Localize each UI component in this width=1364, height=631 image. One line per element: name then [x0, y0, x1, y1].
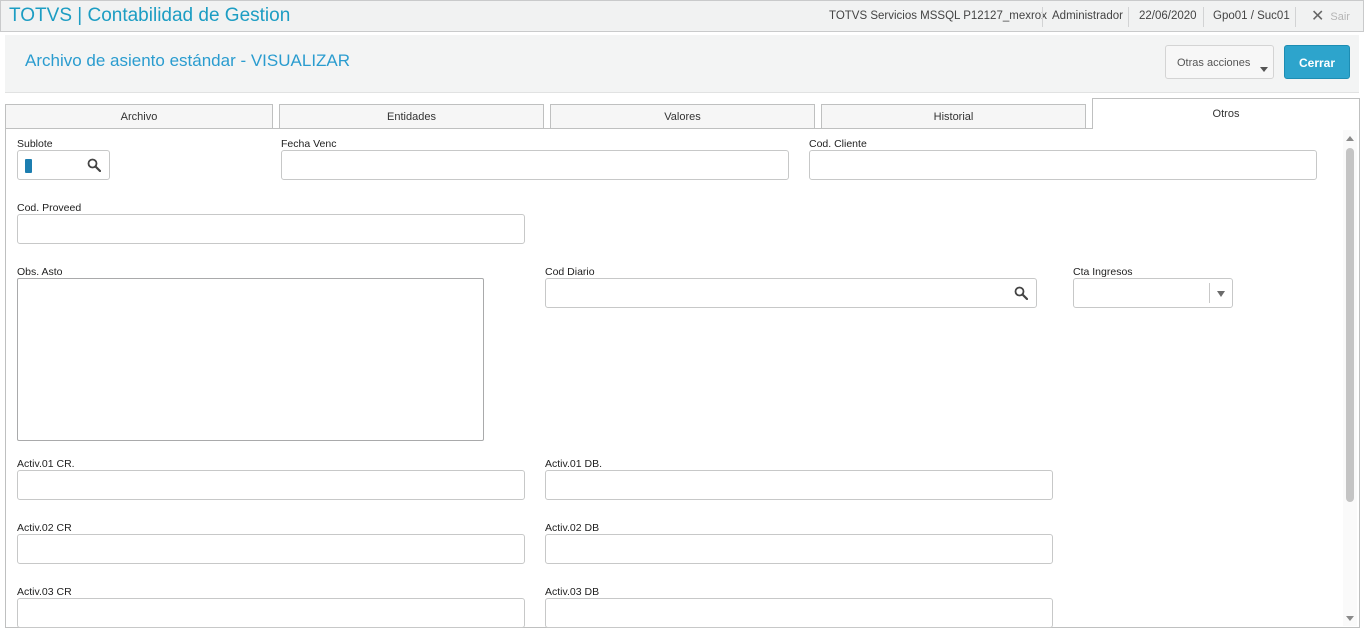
divider — [1209, 283, 1210, 303]
date-label: 22/06/2020 — [1139, 10, 1197, 22]
tab-otros[interactable]: Otros — [1092, 98, 1360, 129]
divider — [1203, 7, 1204, 27]
user-label: Administrador — [1052, 10, 1123, 22]
app-title: TOTVS | Contabilidad de Gestion — [9, 5, 291, 26]
environment-label: TOTVS Servicios MSSQL P12127_mexrox — [829, 10, 1047, 22]
cta-ingresos-label: Cta Ingresos — [1073, 266, 1133, 278]
activ02-cr-label: Activ.02 CR — [17, 522, 72, 534]
activ02-cr-field[interactable] — [17, 534, 525, 564]
search-icon[interactable] — [87, 158, 101, 172]
cod-diario-label: Cod Diario — [545, 266, 595, 278]
vertical-scrollbar[interactable] — [1343, 130, 1357, 626]
activ02-db-field[interactable] — [545, 534, 1053, 564]
cod-proveed-field[interactable] — [17, 214, 525, 244]
activ01-cr-field[interactable] — [17, 470, 525, 500]
activ01-db-label: Activ.01 DB. — [545, 458, 602, 470]
other-actions-label: Otras acciones — [1177, 57, 1251, 69]
cod-proveed-label: Cod. Proveed — [17, 202, 82, 214]
tab-historial[interactable]: Historial — [821, 104, 1086, 129]
branch-label: Gpo01 / Suc01 — [1213, 10, 1290, 22]
scrollbar-thumb[interactable] — [1346, 148, 1354, 502]
cta-ingresos-select[interactable] — [1073, 278, 1233, 308]
obs-asto-label: Obs. Asto — [17, 266, 63, 278]
cod-diario-field[interactable] — [545, 278, 1037, 308]
fecha-venc-label: Fecha Venc — [281, 138, 337, 150]
divider — [1295, 7, 1296, 27]
scroll-up-icon[interactable] — [1346, 136, 1354, 141]
other-actions-button[interactable]: Otras acciones — [1165, 45, 1274, 79]
sublote-field[interactable] — [17, 150, 110, 180]
cod-cliente-field[interactable] — [809, 150, 1317, 180]
tab-valores[interactable]: Valores — [550, 104, 815, 129]
activ03-db-label: Activ.03 DB — [545, 586, 600, 598]
logout-button[interactable]: ✕ Sair — [1311, 1, 1350, 32]
text-cursor — [25, 159, 32, 173]
activ03-cr-field[interactable] — [17, 598, 525, 628]
close-button[interactable]: Cerrar — [1284, 45, 1350, 79]
activ03-db-field[interactable] — [545, 598, 1053, 628]
cod-cliente-label: Cod. Cliente — [809, 138, 867, 150]
page-header: Archivo de asiento estándar - VISUALIZAR… — [5, 35, 1359, 93]
divider — [1128, 7, 1129, 27]
page-title: Archivo de asiento estándar - VISUALIZAR — [25, 51, 351, 70]
tab-archivo[interactable]: Archivo — [5, 104, 273, 129]
activ01-db-field[interactable] — [545, 470, 1053, 500]
tab-entidades[interactable]: Entidades — [279, 104, 544, 129]
sublote-label: Sublote — [17, 138, 53, 150]
top-bar: TOTVS | Contabilidad de Gestion TOTVS Se… — [0, 0, 1364, 32]
scroll-down-icon[interactable] — [1346, 616, 1354, 621]
divider — [1042, 7, 1043, 27]
fecha-venc-field[interactable] — [281, 150, 789, 180]
chevron-down-icon — [1260, 67, 1268, 72]
chevron-down-icon — [1217, 291, 1225, 297]
activ02-db-label: Activ.02 DB — [545, 522, 600, 534]
search-icon[interactable] — [1014, 286, 1028, 300]
close-icon: ✕ — [1311, 8, 1325, 25]
obs-asto-textarea[interactable] — [17, 278, 484, 441]
logout-label: Sair — [1330, 11, 1350, 23]
activ01-cr-label: Activ.01 CR. — [17, 458, 75, 470]
activ03-cr-label: Activ.03 CR — [17, 586, 72, 598]
